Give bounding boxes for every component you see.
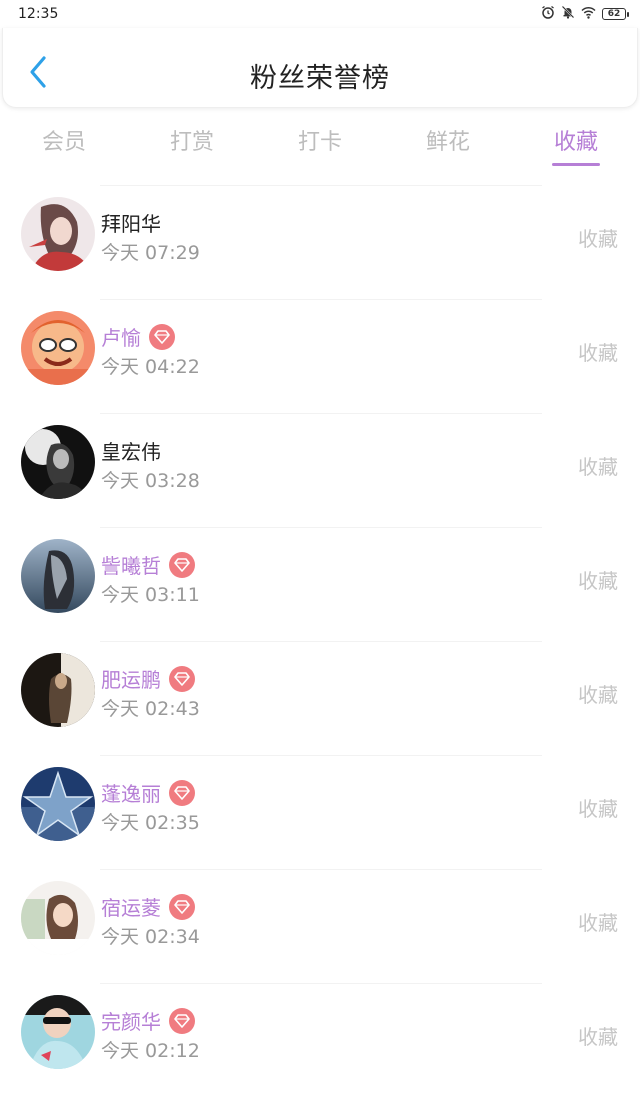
list-item-content: 蓬逸丽今天 02:35 收藏 xyxy=(0,756,640,869)
list-item[interactable]: 宿运菱今天 02:34 收藏 xyxy=(21,869,618,983)
list-item[interactable]: 蓬逸丽今天 02:35 收藏 xyxy=(21,755,618,869)
fan-name: 拜阳华 xyxy=(101,212,161,236)
name-line: 肥运鹏 xyxy=(101,664,195,693)
list-item[interactable]: 皇宏伟今天 03:28 收藏 xyxy=(21,413,618,527)
timestamp: 今天 07:29 xyxy=(101,242,200,264)
page-title: 粉丝荣誉榜 xyxy=(250,63,390,94)
tab-label: 会员 xyxy=(41,130,86,155)
name-line: 完颜华 xyxy=(101,1006,195,1035)
favorite-action-label[interactable]: 收藏 xyxy=(578,337,618,366)
fan-name: 訾曦哲 xyxy=(101,554,161,578)
diamond-icon xyxy=(149,323,175,350)
name-line: 拜阳华 xyxy=(101,208,161,237)
tab-favorites[interactable]: 收藏 xyxy=(512,112,640,172)
diamond-icon xyxy=(169,551,195,578)
favorite-action-label[interactable]: 收藏 xyxy=(578,679,618,708)
list-item-content: 宿运菱今天 02:34 收藏 xyxy=(0,870,640,983)
list-item-content: 卢愉今天 04:22 收藏 xyxy=(0,300,640,413)
timestamp: 今天 02:12 xyxy=(101,1040,200,1062)
wifi-icon xyxy=(581,6,596,23)
fan-name: 肥运鹏 xyxy=(101,668,161,692)
avatar[interactable] xyxy=(21,653,95,727)
tab-label: 打赏 xyxy=(169,130,214,155)
avatar[interactable] xyxy=(21,539,95,613)
status-bar: 12:35 62 xyxy=(0,0,640,28)
favorite-action-label[interactable]: 收藏 xyxy=(578,451,618,480)
battery-level: 62 xyxy=(607,9,621,19)
timestamp: 今天 03:11 xyxy=(101,584,200,606)
tab-label: 收藏 xyxy=(553,130,598,155)
avatar[interactable] xyxy=(21,425,95,499)
timestamp: 今天 02:35 xyxy=(101,812,200,834)
status-icons: 62 xyxy=(541,5,629,23)
fan-name: 宿运菱 xyxy=(101,896,161,920)
header: 粉丝荣誉榜 xyxy=(2,28,638,108)
diamond-icon xyxy=(169,665,195,692)
tab-underline xyxy=(552,163,600,166)
avatar[interactable] xyxy=(21,995,95,1069)
diamond-icon xyxy=(169,1007,195,1034)
timestamp: 今天 04:22 xyxy=(101,356,200,378)
avatar[interactable] xyxy=(21,197,95,271)
timestamp: 今天 03:28 xyxy=(101,470,200,492)
list-item[interactable]: 卢愉今天 04:22 收藏 xyxy=(21,299,618,413)
fan-name: 皇宏伟 xyxy=(101,440,161,464)
timestamp: 今天 02:34 xyxy=(101,926,200,948)
favorite-action-label[interactable]: 收藏 xyxy=(578,223,618,252)
avatar[interactable] xyxy=(21,311,95,385)
mute-bell-icon xyxy=(561,5,575,23)
list-item-content: 肥运鹏今天 02:43 收藏 xyxy=(0,642,640,755)
timestamp: 今天 02:43 xyxy=(101,698,200,720)
favorite-action-label[interactable]: 收藏 xyxy=(578,907,618,936)
list-item-content: 完颜华今天 02:12 收藏 xyxy=(0,984,640,1097)
name-line: 訾曦哲 xyxy=(101,550,195,579)
fan-name: 完颜华 xyxy=(101,1010,161,1034)
favorite-action-label[interactable]: 收藏 xyxy=(578,565,618,594)
name-line: 蓬逸丽 xyxy=(101,778,195,807)
favorite-action-label[interactable]: 收藏 xyxy=(578,1021,618,1050)
list-item-content: 拜阳华今天 07:29 收藏 xyxy=(0,186,640,299)
tab-members[interactable]: 会员 xyxy=(0,112,128,172)
tab-tips[interactable]: 打赏 xyxy=(128,112,256,172)
alarm-icon xyxy=(541,5,555,23)
tab-label: 打卡 xyxy=(297,130,342,155)
list-item[interactable]: 訾曦哲今天 03:11 收藏 xyxy=(21,527,618,641)
list-item[interactable]: 肥运鹏今天 02:43 收藏 xyxy=(21,641,618,755)
battery-icon: 62 xyxy=(602,8,629,20)
diamond-icon xyxy=(169,779,195,806)
name-line: 皇宏伟 xyxy=(101,436,161,465)
avatar[interactable] xyxy=(21,767,95,841)
tab-bar: 会员 打赏 打卡 鲜花 收藏 xyxy=(0,112,640,172)
list-item[interactable]: 完颜华今天 02:12 收藏 xyxy=(21,983,618,1097)
favorite-action-label[interactable]: 收藏 xyxy=(578,793,618,822)
fan-list: 拜阳华 今天 07:29 收藏 卢愉 今天 04:22 收藏 皇宏伟 今天 03:28 收藏 訾曦… xyxy=(0,185,640,1097)
list-item-content: 皇宏伟今天 03:28 收藏 xyxy=(0,414,640,527)
tab-flowers[interactable]: 鲜花 xyxy=(384,112,512,172)
tab-label: 鲜花 xyxy=(425,130,470,155)
name-line: 宿运菱 xyxy=(101,892,195,921)
status-time: 12:35 xyxy=(18,6,59,22)
fan-name: 卢愉 xyxy=(101,326,141,350)
fan-name: 蓬逸丽 xyxy=(101,782,161,806)
diamond-icon xyxy=(169,893,195,920)
tab-checkin[interactable]: 打卡 xyxy=(256,112,384,172)
list-item[interactable]: 拜阳华今天 07:29 收藏 xyxy=(21,185,618,299)
list-item-content: 訾曦哲今天 03:11 收藏 xyxy=(0,528,640,641)
name-line: 卢愉 xyxy=(101,322,175,351)
avatar[interactable] xyxy=(21,881,95,955)
